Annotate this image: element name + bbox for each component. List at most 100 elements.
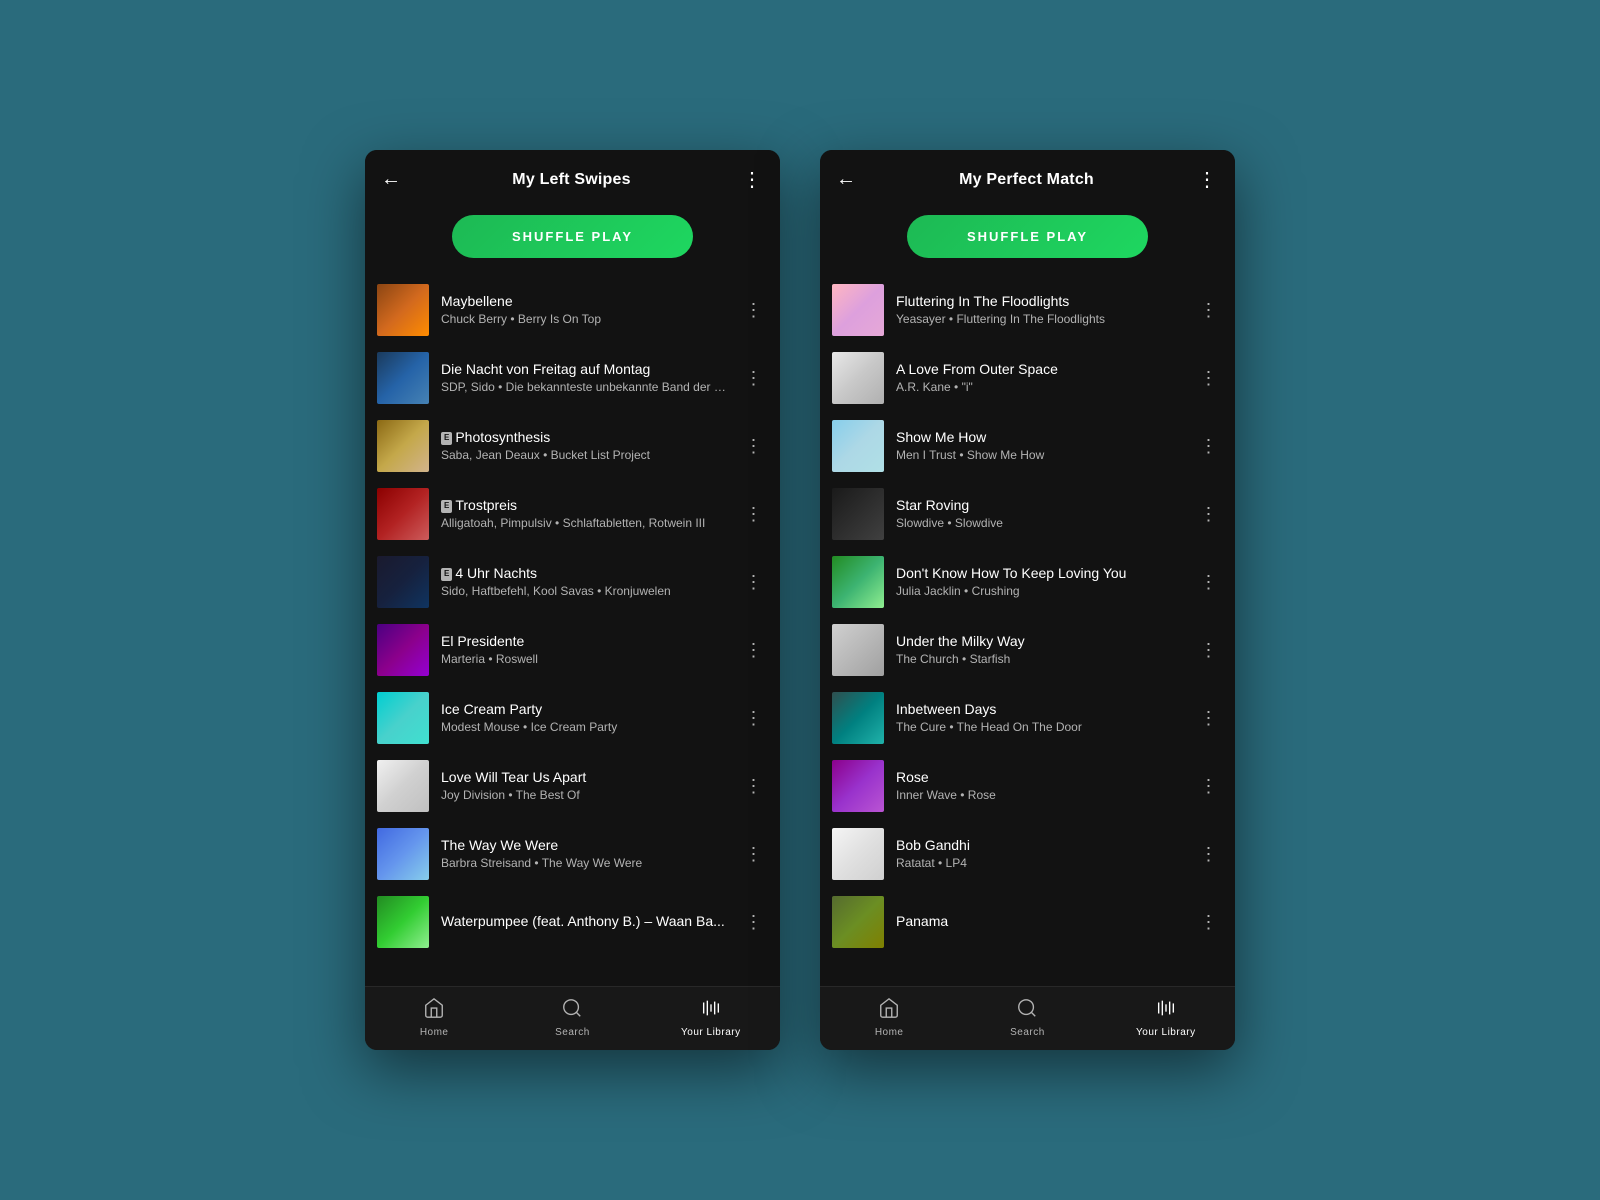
library-icon-left — [700, 997, 722, 1023]
song-more-button[interactable]: ⋮ — [1196, 918, 1224, 927]
home-icon-left — [423, 997, 445, 1023]
song-title: Maybellene — [441, 292, 729, 310]
song-more-button[interactable]: ⋮ — [741, 646, 769, 655]
song-more-button[interactable]: ⋮ — [741, 510, 769, 519]
song-more-button[interactable]: ⋮ — [741, 714, 769, 723]
song-title: A Love From Outer Space — [896, 360, 1184, 378]
nav-home-label-right: Home — [875, 1027, 904, 1038]
song-title: El Presidente — [441, 632, 729, 650]
song-info: Fluttering In The FloodlightsYeasayer • … — [896, 292, 1184, 328]
song-more-button[interactable]: ⋮ — [1196, 850, 1224, 859]
song-title: EPhotosynthesis — [441, 428, 729, 446]
song-more-button[interactable]: ⋮ — [1196, 782, 1224, 791]
nav-library-left[interactable]: Your Library — [681, 997, 741, 1038]
song-subtitle: The Church • Starfish — [896, 652, 1184, 668]
song-info: Waterpumpee (feat. Anthony B.) – Waan Ba… — [441, 912, 729, 932]
song-item[interactable]: Maybellene Chuck Berry • Berry Is On Top ⋮ — [365, 276, 780, 344]
song-item[interactable]: Ice Cream Party Modest Mouse • Ice Cream … — [365, 684, 780, 752]
playlist-title-left: My Left Swipes — [512, 171, 630, 189]
song-item[interactable]: El PresidenteMarteria • Roswell⋮ — [365, 616, 780, 684]
song-subtitle: Chuck Berry • Berry Is On Top — [441, 312, 729, 328]
song-info: Star RovingSlowdive • Slowdive — [896, 496, 1184, 532]
shuffle-container-right: SHUFFLE PLAY — [820, 201, 1235, 276]
song-art — [832, 760, 884, 812]
explicit-badge: E — [441, 500, 452, 512]
song-info: Maybellene Chuck Berry • Berry Is On Top — [441, 292, 729, 328]
song-item[interactable]: Inbetween DaysThe Cure • The Head On The… — [820, 684, 1235, 752]
song-item[interactable]: Star RovingSlowdive • Slowdive ⋮ — [820, 480, 1235, 548]
song-subtitle: SDP, Sido • Die bekannteste unbekannte B… — [441, 380, 729, 396]
nav-search-label-right: Search — [1010, 1027, 1045, 1038]
song-art — [832, 284, 884, 336]
song-art — [377, 828, 429, 880]
song-subtitle: Julia Jacklin • Crushing — [896, 584, 1184, 600]
song-subtitle: Ratatat • LP4 — [896, 856, 1184, 872]
song-item[interactable]: Fluttering In The FloodlightsYeasayer • … — [820, 276, 1235, 344]
song-subtitle: The Cure • The Head On The Door — [896, 720, 1184, 736]
nav-home-right[interactable]: Home — [859, 997, 919, 1038]
song-item[interactable]: E4 Uhr NachtsSido, Haftbefehl, Kool Sava… — [365, 548, 780, 616]
song-item[interactable]: Waterpumpee (feat. Anthony B.) – Waan Ba… — [365, 888, 780, 956]
song-more-button[interactable]: ⋮ — [1196, 578, 1224, 587]
song-item[interactable]: Love Will Tear Us ApartJoy Division • Th… — [365, 752, 780, 820]
song-art — [832, 624, 884, 676]
song-item[interactable]: ETrostpreisAlligatoah, Pimpulsiv • Schla… — [365, 480, 780, 548]
song-info: A Love From Outer SpaceA.R. Kane • "i" — [896, 360, 1184, 396]
song-info: Panama — [896, 912, 1184, 932]
more-button-right[interactable]: ⋮ — [1197, 175, 1219, 185]
song-more-button[interactable]: ⋮ — [741, 782, 769, 791]
song-info: E4 Uhr NachtsSido, Haftbefehl, Kool Sava… — [441, 564, 729, 600]
song-info: Ice Cream Party Modest Mouse • Ice Cream … — [441, 700, 729, 736]
song-subtitle: Inner Wave • Rose — [896, 788, 1184, 804]
song-more-button[interactable]: ⋮ — [741, 442, 769, 451]
song-item[interactable]: The Way We WereBarbra Streisand • The Wa… — [365, 820, 780, 888]
nav-search-left[interactable]: Search — [542, 997, 602, 1038]
song-more-button[interactable]: ⋮ — [1196, 646, 1224, 655]
song-info: Bob GandhiRatatat • LP4 — [896, 836, 1184, 872]
song-item[interactable]: Under the Milky WayThe Church • Starfish… — [820, 616, 1235, 684]
song-art — [832, 896, 884, 948]
song-title: Ice Cream Party — [441, 700, 729, 718]
more-button-left[interactable]: ⋮ — [742, 175, 764, 185]
header-left: ← My Left Swipes ⋮ — [365, 150, 780, 201]
back-button-left[interactable]: ← — [381, 168, 401, 191]
nav-home-left[interactable]: Home — [404, 997, 464, 1038]
song-more-button[interactable]: ⋮ — [741, 578, 769, 587]
song-more-button[interactable]: ⋮ — [741, 850, 769, 859]
song-item[interactable]: EPhotosynthesis Saba, Jean Deaux • Bucket… — [365, 412, 780, 480]
nav-library-right[interactable]: Your Library — [1136, 997, 1196, 1038]
song-item[interactable]: RoseInner Wave • Rose⋮ — [820, 752, 1235, 820]
song-subtitle: Men I Trust • Show Me How — [896, 448, 1184, 464]
back-button-right[interactable]: ← — [836, 168, 856, 191]
song-subtitle: Modest Mouse • Ice Cream Party — [441, 720, 729, 736]
song-item[interactable]: Die Nacht von Freitag auf MontagSDP, Sid… — [365, 344, 780, 412]
song-subtitle: Yeasayer • Fluttering In The Floodlights — [896, 312, 1184, 328]
song-item[interactable]: Panama ⋮ — [820, 888, 1235, 956]
song-more-button[interactable]: ⋮ — [1196, 306, 1224, 315]
song-item[interactable]: Show Me How Men I Trust • Show Me How ⋮ — [820, 412, 1235, 480]
shuffle-play-button-left[interactable]: SHUFFLE PLAY — [452, 215, 693, 258]
song-more-button[interactable]: ⋮ — [1196, 442, 1224, 451]
song-item[interactable]: Don't Know How To Keep Loving YouJulia J… — [820, 548, 1235, 616]
shuffle-play-button-right[interactable]: SHUFFLE PLAY — [907, 215, 1148, 258]
song-title: Show Me How — [896, 428, 1184, 446]
song-more-button[interactable]: ⋮ — [1196, 714, 1224, 723]
song-title: E4 Uhr Nachts — [441, 564, 729, 582]
song-item[interactable]: A Love From Outer SpaceA.R. Kane • "i" ⋮ — [820, 344, 1235, 412]
song-item[interactable]: Bob GandhiRatatat • LP4 ⋮ — [820, 820, 1235, 888]
song-art — [832, 556, 884, 608]
search-icon-right — [1016, 997, 1038, 1023]
song-more-button[interactable]: ⋮ — [741, 918, 769, 927]
nav-search-right[interactable]: Search — [997, 997, 1057, 1038]
nav-library-label-right: Your Library — [1136, 1027, 1196, 1038]
song-subtitle: Saba, Jean Deaux • Bucket List Project — [441, 448, 729, 464]
song-more-button[interactable]: ⋮ — [1196, 510, 1224, 519]
explicit-badge: E — [441, 432, 452, 444]
song-art — [377, 556, 429, 608]
song-list-left: Maybellene Chuck Berry • Berry Is On Top ⋮… — [365, 276, 780, 986]
song-more-button[interactable]: ⋮ — [741, 374, 769, 383]
song-art — [832, 488, 884, 540]
song-more-button[interactable]: ⋮ — [741, 306, 769, 315]
song-more-button[interactable]: ⋮ — [1196, 374, 1224, 383]
song-art — [377, 760, 429, 812]
